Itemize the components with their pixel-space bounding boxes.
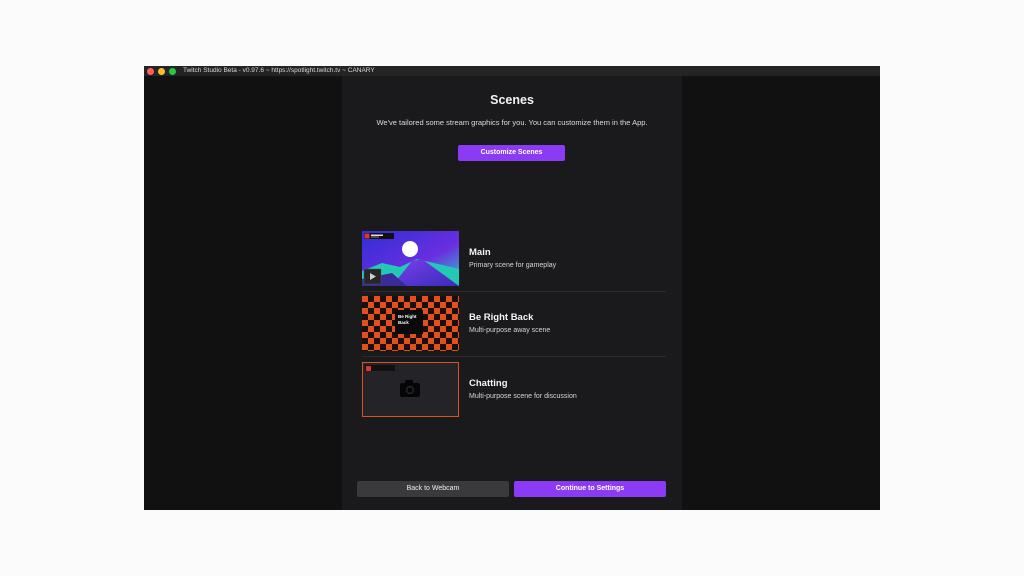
customize-scenes-button[interactable]: Customize Scenes: [458, 145, 565, 161]
scenes-panel: Scenes We've tailored some stream graphi…: [342, 76, 682, 510]
scene-divider: [362, 291, 666, 292]
scene-item-be-right-back[interactable]: Be Right Back Be Right Back Multi-purpos…: [362, 296, 666, 352]
brb-card: Be Right Back: [395, 310, 423, 334]
window-title: Twitch Studio Beta - v0.97.6 ~ https://s…: [183, 67, 375, 74]
page-title: Scenes: [490, 93, 534, 107]
scene-title: Main: [469, 247, 491, 258]
scene-item-chatting[interactable]: Chatting Multi-purpose scene for discuss…: [362, 362, 666, 418]
minimize-window-button[interactable]: [158, 67, 165, 75]
right-backdrop: [682, 76, 880, 510]
page-subtitle: We've tailored some stream graphics for …: [376, 118, 648, 127]
continue-to-settings-button[interactable]: Continue to Settings: [514, 481, 666, 497]
chatting-scene-thumbnail: [362, 362, 459, 417]
camera-icon: [400, 380, 420, 397]
zoom-window-button[interactable]: [169, 67, 176, 75]
scene-description: Multi-purpose away scene: [469, 327, 551, 334]
left-backdrop: [144, 76, 342, 510]
scene-item-main[interactable]: Main Primary scene for gameplay: [362, 231, 666, 287]
scene-description: Primary scene for gameplay: [469, 262, 557, 269]
scene-title: Be Right Back: [469, 312, 534, 323]
scene-description: Multi-purpose scene for discussion: [469, 393, 577, 400]
close-window-button[interactable]: [147, 67, 154, 75]
brb-card-text: Be Right Back: [398, 314, 417, 325]
scene-divider: [362, 356, 666, 357]
title-bar: Twitch Studio Beta - v0.97.6 ~ https://s…: [144, 66, 880, 76]
scene-title: Chatting: [469, 378, 508, 389]
brb-scene-thumbnail: Be Right Back: [362, 296, 459, 351]
back-to-webcam-button[interactable]: Back to Webcam: [357, 481, 509, 497]
main-scene-thumbnail: [362, 231, 459, 286]
app-window: Twitch Studio Beta - v0.97.6 ~ https://s…: [144, 66, 880, 510]
